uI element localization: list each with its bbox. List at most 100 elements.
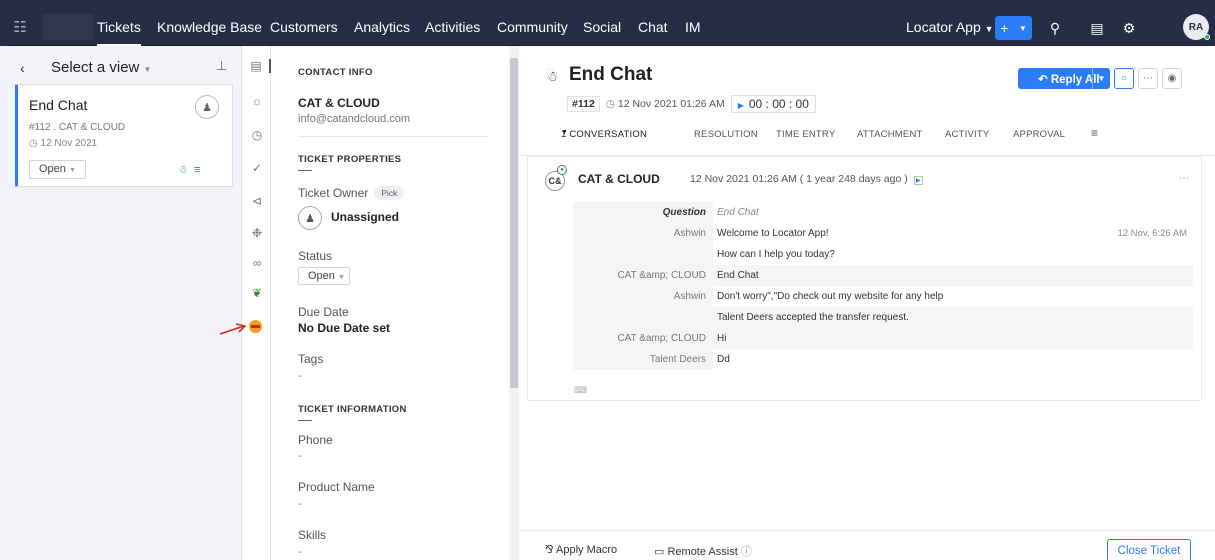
ticket-card-date-text: 12 Nov 2021 xyxy=(40,138,98,149)
due-date-value[interactable]: No Due Date set xyxy=(298,321,390,335)
chat-channel-icon: ☃ xyxy=(546,68,559,84)
pin-icon[interactable]: ⊥ xyxy=(216,58,227,74)
avatar-initials: RA xyxy=(1188,21,1204,33)
ticket-channel-icons: ☃≡ xyxy=(178,163,206,176)
ticket-information-heading: TICKET INFORMATION xyxy=(298,404,407,415)
reply-all-button[interactable]: ↶ Reply All ▼ xyxy=(1018,68,1110,89)
properties-icon-strip: ▤ ☼ ◷ ✓ ⊲ ❉ ∞ ❦ xyxy=(243,46,271,560)
ticket-card-status[interactable]: Open ▼ xyxy=(29,160,86,179)
view-selector[interactable]: Select a view ▼ xyxy=(51,59,151,76)
close-ticket-button[interactable]: Close Ticket xyxy=(1107,539,1191,560)
product-name-label: Product Name xyxy=(298,480,375,494)
heading-underline xyxy=(298,170,312,171)
product-name-value[interactable]: - xyxy=(298,498,302,510)
history-icon[interactable]: ◷ xyxy=(243,128,271,142)
bulb-icon[interactable]: ☼ xyxy=(243,94,271,108)
chat-row: Ashwin Don't worry","Do check out my webs… xyxy=(573,286,1193,307)
chat-row: Ashwin Welcome to Locator App! 12 Nov, 6:2… xyxy=(573,223,1193,244)
assign-user-icon[interactable]: ♟ xyxy=(195,95,219,119)
gear-icon[interactable]: ⚙ xyxy=(1117,16,1141,40)
phone-value[interactable]: - xyxy=(298,450,302,462)
new-item-button[interactable]: + ▼ xyxy=(995,16,1032,40)
chevron-down-icon: ▼ xyxy=(1018,23,1027,33)
tab-approval[interactable]: APPROVAL xyxy=(1013,129,1065,140)
apply-macro-button[interactable]: ⅋ Apply Macro xyxy=(545,543,617,556)
more-options-icon[interactable]: ⋯ xyxy=(1179,173,1189,184)
ticket-title: End Chat xyxy=(569,64,653,85)
chat-badge-icon: ● xyxy=(557,165,567,175)
timer-value: 00 : 00 : 00 xyxy=(748,97,809,111)
ticket-card[interactable]: End Chat #112 . CAT & CLOUD ◷ 12 Nov 202… xyxy=(15,84,233,187)
contact-card-icon[interactable]: ▤ xyxy=(243,59,271,73)
pick-owner-button[interactable]: Pick xyxy=(374,186,405,200)
check-circle-icon[interactable]: ✓ xyxy=(243,161,271,175)
nav-chat[interactable]: Chat xyxy=(638,8,668,46)
transcript-icon[interactable]: ▶ xyxy=(913,176,923,185)
nav-analytics[interactable]: Analytics xyxy=(354,8,410,46)
link-icon[interactable]: ∞ xyxy=(243,256,271,270)
layers-icon[interactable]: ◉ xyxy=(1162,68,1182,89)
notes-icon[interactable]: ▤ xyxy=(1085,16,1109,40)
contact-email[interactable]: info@catandcloud.com xyxy=(298,113,410,125)
nav-tickets[interactable]: Tickets xyxy=(97,8,141,46)
leaf-icon[interactable]: ❦ xyxy=(243,286,271,300)
search-icon[interactable]: ⚲ xyxy=(1043,16,1067,40)
tab-resolution[interactable]: RESOLUTION xyxy=(694,129,758,140)
comment-icon[interactable]: ○ xyxy=(1114,68,1134,89)
chat-time: 12 Nov, 6:26 AM xyxy=(1117,228,1187,239)
back-icon[interactable]: ‹ xyxy=(20,60,25,76)
conversation-time: 12 Nov 2021 01:26 AM ( 1 year 248 days a… xyxy=(690,173,923,185)
status-dropdown[interactable]: Open ▼ xyxy=(298,267,350,285)
nav-knowledge-base[interactable]: Knowledge Base xyxy=(157,8,262,46)
app-selector[interactable]: Locator App ▼ xyxy=(906,8,994,46)
remote-assist-button[interactable]: ▭ Remote Assist ⓘ xyxy=(654,543,752,559)
more-options-icon[interactable]: ⋯ xyxy=(1138,68,1158,89)
tab-activity[interactable]: ACTIVITY xyxy=(945,129,989,140)
tags-value[interactable]: - xyxy=(298,370,302,382)
chat-row: Talent Deers Dd xyxy=(573,349,1193,370)
chat-message: Welcome to Locator App! xyxy=(717,228,829,239)
share-icon[interactable]: ⊲ xyxy=(243,194,271,208)
reply-icon: ↶ xyxy=(1038,73,1048,86)
info-icon: ⓘ xyxy=(740,546,752,558)
ticket-detail-main: ☃ End Chat #112 ◷ 12 Nov 2021 01:26 AM ▶… xyxy=(519,46,1215,560)
nav-activities[interactable]: Activities xyxy=(425,8,480,46)
chevron-down-icon[interactable]: ▼ xyxy=(1092,68,1110,89)
ticket-card-id: #112 . CAT & CLOUD xyxy=(29,122,126,133)
contact-info-heading: CONTACT INFO xyxy=(298,67,373,78)
ticket-id[interactable]: #112 xyxy=(567,96,600,112)
play-icon: ▶ xyxy=(737,101,744,110)
chat-message: Dd xyxy=(717,354,730,365)
tags-label: Tags xyxy=(298,352,324,366)
view-selector-label: Select a view xyxy=(51,59,140,76)
status-label: Status xyxy=(298,249,333,263)
atom-icon[interactable]: ❉ xyxy=(243,226,271,240)
skills-value[interactable]: - xyxy=(298,546,302,558)
contact-name[interactable]: CAT & CLOUD xyxy=(298,96,380,110)
conversation-time-text: 12 Nov 2021 01:26 AM ( 1 year 248 days a… xyxy=(690,173,908,185)
chevron-down-icon: ▼ xyxy=(143,65,152,74)
extension-icon[interactable] xyxy=(249,320,262,333)
keyboard-icon[interactable]: ⌨ xyxy=(574,385,587,396)
chat-row: CAT &amp; CLOUD Hi xyxy=(573,328,1193,349)
ticket-owner-label: Ticket Owner Pick xyxy=(298,186,405,200)
chat-message: Talent Deers accepted the transfer reque… xyxy=(717,312,909,323)
ticket-owner-value[interactable]: Unassigned xyxy=(331,210,399,224)
app-grid-icon[interactable]: ☷ xyxy=(8,8,32,46)
filter-icon[interactable]: ≡ xyxy=(1091,126,1098,140)
tab-time-entry[interactable]: TIME ENTRY xyxy=(776,129,835,140)
nav-customers[interactable]: Customers xyxy=(270,8,338,46)
brand-logo[interactable] xyxy=(42,14,94,40)
tab-attachment[interactable]: ATTACHMENT xyxy=(857,129,923,140)
avatar[interactable]: RA xyxy=(1183,14,1210,40)
nav-community[interactable]: Community xyxy=(497,8,568,46)
nav-im[interactable]: IM xyxy=(685,8,701,46)
scrollbar-thumb[interactable] xyxy=(510,58,518,388)
ticket-timer[interactable]: ▶ 00 : 00 : 00 xyxy=(730,95,816,113)
divider xyxy=(298,136,488,137)
nav-social[interactable]: Social xyxy=(583,8,621,46)
conversation-sender[interactable]: CAT & CLOUD xyxy=(578,172,660,186)
properties-scrollbar[interactable] xyxy=(509,46,519,560)
chevron-down-icon: ▼ xyxy=(561,129,569,136)
chat-row: CAT &amp; CLOUD End Chat xyxy=(573,265,1193,286)
